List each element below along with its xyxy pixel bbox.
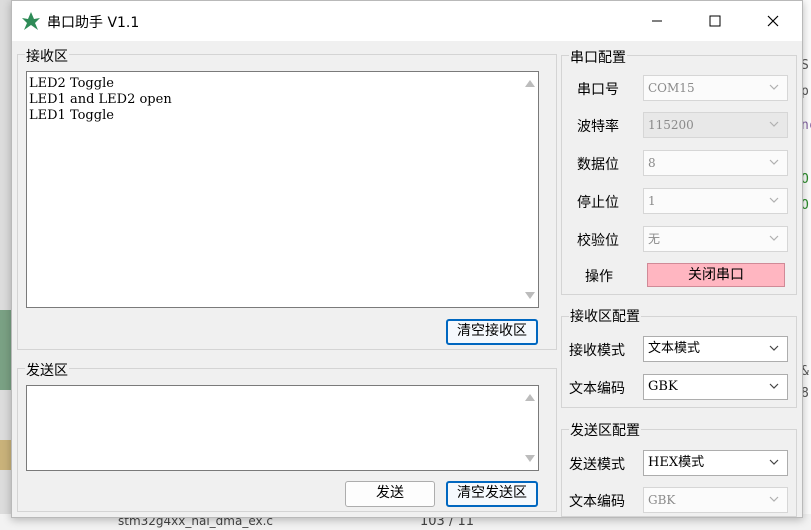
close-port-button[interactable]: 关闭串口 <box>647 263 785 287</box>
operation-label: 操作 <box>585 269 613 285</box>
scroll-up-icon[interactable] <box>525 80 535 87</box>
parity-label: 校验位 <box>577 233 619 249</box>
chevron-down-icon <box>769 345 779 351</box>
chevron-down-icon <box>769 159 779 165</box>
baud-label: 波特率 <box>577 119 619 135</box>
scroll-down-icon[interactable] <box>525 292 535 299</box>
serial-assistant-window: 串口助手 V1.1 接收区 LED2 Toggle LED1 and LED2 … <box>11 0 803 518</box>
send-encoding-label: 文本编码 <box>569 494 625 510</box>
send-mode-select[interactable]: HEX模式 <box>643 450 788 476</box>
receive-config-title: 接收区配置 <box>569 306 641 326</box>
stop-bits-value: 1 <box>648 194 656 208</box>
send-textarea[interactable] <box>26 385 539 471</box>
send-mode-value: HEX模式 <box>648 455 705 470</box>
serial-config-title: 串口配置 <box>569 47 627 67</box>
receive-mode-value: 文本模式 <box>648 341 701 356</box>
scroll-up-icon[interactable] <box>525 394 535 401</box>
minimize-button[interactable] <box>628 1 686 41</box>
send-encoding-value: GBK <box>648 493 676 507</box>
chevron-down-icon <box>769 235 779 241</box>
close-button[interactable] <box>744 1 802 41</box>
minimize-icon <box>652 20 662 22</box>
maximize-icon <box>709 15 721 27</box>
receive-scrollbar[interactable] <box>520 72 538 307</box>
port-select[interactable]: COM15 <box>643 75 788 101</box>
data-bits-label: 数据位 <box>577 157 619 173</box>
port-label: 串口号 <box>577 82 619 98</box>
send-group-title: 发送区 <box>25 360 69 380</box>
stop-bits-label: 停止位 <box>577 195 619 211</box>
receive-line: LED1 Toggle <box>29 108 114 123</box>
parity-value: 无 <box>648 232 661 246</box>
chevron-down-icon <box>769 383 779 389</box>
clear-receive-button[interactable]: 清空接收区 <box>446 319 538 345</box>
close-icon <box>767 15 779 27</box>
send-button[interactable]: 发送 <box>345 481 435 507</box>
send-encoding-select[interactable]: GBK <box>643 487 788 513</box>
receive-line: LED1 and LED2 open <box>29 92 172 107</box>
receive-mode-label: 接收模式 <box>569 343 625 359</box>
maximize-button[interactable] <box>686 1 744 41</box>
send-config-title: 发送区配置 <box>569 420 641 440</box>
receive-encoding-select[interactable]: GBK <box>643 374 788 400</box>
data-bits-value: 8 <box>648 156 656 170</box>
send-mode-label: 发送模式 <box>569 457 625 473</box>
chevron-down-icon <box>769 84 779 90</box>
clear-send-button[interactable]: 清空发送区 <box>446 481 538 507</box>
stop-bits-select[interactable]: 1 <box>643 188 788 214</box>
chevron-down-icon <box>769 121 779 127</box>
receive-textarea[interactable]: LED2 Toggle LED1 and LED2 open LED1 Togg… <box>26 71 539 308</box>
data-bits-select[interactable]: 8 <box>643 150 788 176</box>
port-value: COM15 <box>648 81 695 95</box>
receive-group-title: 接收区 <box>25 46 69 66</box>
baud-value: 115200 <box>648 118 694 132</box>
chevron-down-icon <box>769 496 779 502</box>
app-icon <box>22 12 40 30</box>
receive-encoding-label: 文本编码 <box>569 381 625 397</box>
parity-select[interactable]: 无 <box>643 226 788 252</box>
scroll-down-icon[interactable] <box>525 455 535 462</box>
receive-encoding-value: GBK <box>648 379 678 394</box>
chevron-down-icon <box>769 459 779 465</box>
receive-mode-select[interactable]: 文本模式 <box>643 336 788 362</box>
receive-line: LED2 Toggle <box>29 76 114 91</box>
baud-select[interactable]: 115200 <box>643 112 788 138</box>
send-scrollbar[interactable] <box>520 386 538 470</box>
title-bar[interactable]: 串口助手 V1.1 <box>12 1 802 41</box>
window-title: 串口助手 V1.1 <box>47 15 140 31</box>
chevron-down-icon <box>769 197 779 203</box>
